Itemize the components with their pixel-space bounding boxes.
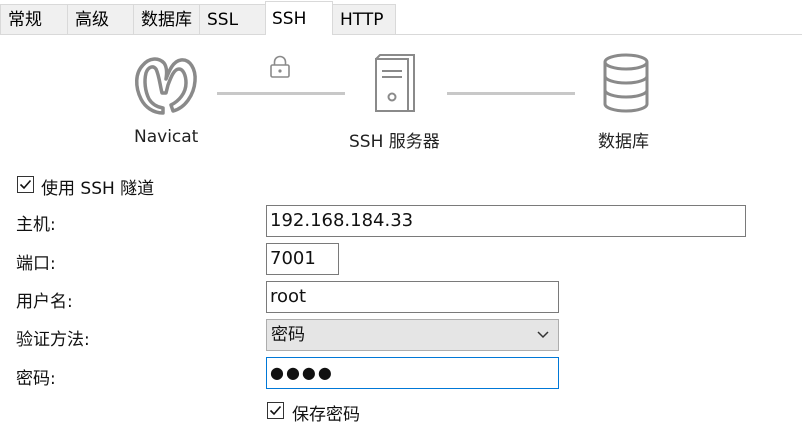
chevron-down-icon <box>537 331 549 339</box>
lock-icon <box>270 55 290 78</box>
password-input[interactable]: ●●●● <box>266 357 559 389</box>
tab-ssl[interactable]: SSL <box>199 4 266 34</box>
tab-http[interactable]: HTTP <box>332 4 396 34</box>
checkmark-icon <box>269 405 282 416</box>
auth-method-label: 验证方法: <box>16 330 90 350</box>
host-input[interactable]: 192.168.184.33 <box>266 205 746 237</box>
checkmark-icon <box>19 179 32 190</box>
password-mask: ●●●● <box>270 363 334 382</box>
ssh-panel: Navicat SSH 服务器 数据库 使用 SSH 隧道 主机: 192.16… <box>0 35 802 425</box>
connector-line <box>217 92 345 95</box>
username-input[interactable]: root <box>266 281 559 313</box>
password-label: 密码: <box>16 369 56 389</box>
database-icon <box>603 53 649 113</box>
save-password-label[interactable]: 保存密码 <box>292 400 360 425</box>
tab-advanced[interactable]: 高级 <box>67 4 134 34</box>
connector-line <box>447 92 575 95</box>
port-input[interactable]: 7001 <box>266 243 339 275</box>
auth-method-select[interactable]: 密码 <box>266 319 559 351</box>
ssh-tunnel-label[interactable]: 使用 SSH 隧道 <box>41 174 154 199</box>
auth-method-value: 密码 <box>271 325 305 345</box>
server-icon <box>375 54 415 112</box>
save-password-checkbox[interactable] <box>267 402 284 419</box>
host-label: 主机: <box>16 215 56 235</box>
tab-database[interactable]: 数据库 <box>133 4 200 34</box>
tab-strip: 常规 高级 数据库 SSL SSH HTTP <box>0 0 802 37</box>
tab-ssh[interactable]: SSH <box>265 1 333 35</box>
tab-general[interactable]: 常规 <box>0 4 68 34</box>
username-label: 用户名: <box>16 292 73 312</box>
port-label: 端口: <box>16 254 56 274</box>
navicat-label: Navicat <box>134 127 199 147</box>
ssh-server-label: SSH 服务器 <box>349 132 440 152</box>
ssh-tunnel-checkbox[interactable] <box>17 176 34 193</box>
navicat-logo-icon <box>135 57 197 115</box>
database-label: 数据库 <box>598 132 649 152</box>
